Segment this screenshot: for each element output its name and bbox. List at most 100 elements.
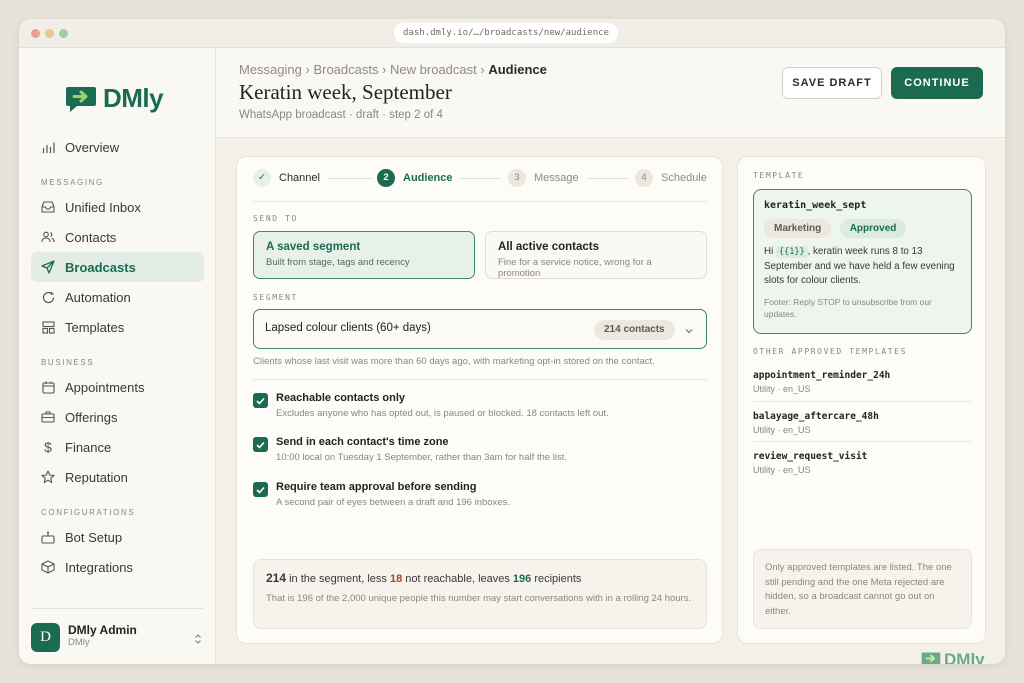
step-label: Channel	[279, 172, 320, 184]
step-message[interactable]: 3 Message	[508, 169, 579, 187]
divider	[753, 441, 972, 442]
checkbox-checked-icon[interactable]	[253, 437, 268, 452]
step-number: 2	[377, 169, 395, 187]
sidebar-item-broadcasts[interactable]: Broadcasts	[31, 252, 204, 282]
template-body: Hi {{1}}, keratin week runs 8 to 13 Sept…	[764, 245, 961, 289]
checkbox-team-approval[interactable]: Require team approval before sending A s…	[253, 481, 707, 511]
sidebar-item-label: Reputation	[65, 469, 128, 485]
page-subtitle: WhatsApp broadcast · draft · step 2 of 4	[239, 109, 443, 121]
step-channel[interactable]: ✓ Channel	[253, 169, 320, 187]
sidebar-item-reputation[interactable]: Reputation	[31, 462, 204, 492]
sidebar-item-integrations[interactable]: Integrations	[31, 552, 204, 582]
segment-hint: Clients whose last visit was more than 6…	[253, 356, 655, 367]
sidebar-item-appointments[interactable]: Appointments	[31, 372, 204, 402]
url-bar[interactable]: dash.dmly.io/…/broadcasts/new/audience	[394, 23, 618, 43]
title-bar: dash.dmly.io/…/broadcasts/new/audience	[19, 19, 1005, 48]
selected-template[interactable]: keratin_week_sept Marketing Approved Hi …	[753, 189, 972, 334]
checkbox-title: Send in each contact's time zone	[276, 436, 449, 448]
maximize-window-dot[interactable]	[59, 29, 68, 38]
close-window-dot[interactable]	[31, 29, 40, 38]
check-icon: ✓	[253, 169, 271, 187]
sidebar-item-bot-setup[interactable]: Bot Setup	[31, 522, 204, 552]
step-label: Message	[534, 172, 579, 184]
sidebar-item-label: Offerings	[65, 409, 118, 425]
checkbox-title: Require team approval before sending	[276, 481, 477, 493]
option-title: A saved segment	[266, 241, 361, 253]
status-badge: Approved	[839, 219, 907, 238]
step-divider	[328, 178, 373, 179]
bar-chart-icon	[41, 140, 55, 154]
option-desc: Built from stage, tags and recency	[266, 257, 410, 268]
user-name: DMly Admin	[68, 623, 137, 637]
page-header: Messaging › Broadcasts › New broadcast ›…	[216, 48, 1005, 138]
checkbox-time-zone[interactable]: Send in each contact's time zone 10:00 l…	[253, 436, 707, 466]
cube-icon	[41, 560, 55, 574]
sidebar-item-label: Integrations	[65, 559, 133, 575]
category-badge: Marketing	[764, 219, 832, 238]
calendar-icon	[41, 380, 55, 394]
breadcrumb-messaging[interactable]: Messaging ›	[239, 62, 310, 77]
user-menu[interactable]: D DMly Admin DMly	[31, 608, 204, 664]
option-title: All active contacts	[498, 241, 599, 253]
minimize-window-dot[interactable]	[45, 29, 54, 38]
option-desc: Fine for a service notice, wrong for a p…	[498, 257, 652, 279]
watermark-logo: DMly	[921, 650, 985, 664]
step-schedule[interactable]: 4 Schedule	[635, 169, 707, 187]
summary-text: in the segment, less	[286, 573, 390, 585]
brand-logo[interactable]: DMly	[65, 83, 164, 114]
template-item-name: review_request_visit	[753, 451, 868, 462]
section-label-configurations: CONFIGURATIONS	[41, 508, 136, 517]
sidebar-item-contacts[interactable]: Contacts	[31, 222, 204, 252]
refresh-icon	[41, 290, 55, 304]
contact-count-badge: 214 contacts	[594, 320, 675, 340]
summary-text: recipients	[531, 573, 582, 585]
sidebar-item-label: Contacts	[65, 229, 117, 245]
template-item[interactable]: balayage_aftercare_48h Utility · en_US	[753, 411, 972, 435]
sidebar-item-label: Unified Inbox	[65, 199, 141, 215]
sidebar-item-overview[interactable]: Overview	[31, 132, 204, 162]
chat-arrow-icon	[66, 86, 96, 112]
main-content: Messaging › Broadcasts › New broadcast ›…	[216, 48, 1005, 664]
option-saved-segment[interactable]: A saved segment Built from stage, tags a…	[253, 231, 475, 279]
segment-label: SEGMENT	[253, 293, 298, 302]
recipient-summary: 214 in the segment, less 18 not reachabl…	[253, 559, 707, 629]
sidebar-item-unified-inbox[interactable]: Unified Inbox	[31, 192, 204, 222]
template-item[interactable]: appointment_reminder_24h Utility · en_US	[753, 370, 972, 394]
send-to-label: SEND TO	[253, 214, 298, 223]
breadcrumb-new-broadcast[interactable]: New broadcast ›	[390, 62, 485, 77]
checkbox-checked-icon[interactable]	[253, 482, 268, 497]
checkbox-reachable-only[interactable]: Reachable contacts only Excludes anyone …	[253, 392, 707, 422]
sidebar-item-offerings[interactable]: Offerings	[31, 402, 204, 432]
users-icon	[41, 230, 55, 244]
sidebar-item-label: Overview	[65, 139, 120, 155]
chevron-down-icon	[684, 323, 694, 341]
checkbox-checked-icon[interactable]	[253, 393, 268, 408]
checkbox-desc: Excludes anyone who has opted out, is pa…	[276, 408, 609, 419]
option-all-active-contacts[interactable]: All active contacts Fine for a service n…	[485, 231, 707, 279]
template-item-meta: Utility · en_US	[753, 425, 811, 435]
summary-line: 214 in the segment, less 18 not reachabl…	[266, 571, 694, 585]
summary-text: not reachable, leaves	[402, 573, 513, 585]
sidebar-item-label: Templates	[65, 319, 125, 335]
sidebar-item-label: Appointments	[65, 379, 145, 395]
continue-button[interactable]: CONTINUE	[891, 67, 983, 99]
user-org: DMly	[68, 637, 90, 648]
breadcrumb-broadcasts[interactable]: Broadcasts ›	[313, 62, 386, 77]
segment-select[interactable]: Lapsed colour clients (60+ days) 214 con…	[253, 309, 707, 349]
save-draft-button[interactable]: SAVE DRAFT	[782, 67, 882, 99]
template-item-meta: Utility · en_US	[753, 384, 811, 394]
template-item[interactable]: review_request_visit Utility · en_US	[753, 451, 972, 475]
template-item-name: balayage_aftercare_48h	[753, 411, 879, 422]
step-audience[interactable]: 2 Audience	[377, 169, 453, 187]
template-tags: Marketing Approved	[764, 218, 961, 238]
step-divider	[587, 178, 629, 179]
sidebar-item-finance[interactable]: $ Finance	[31, 432, 204, 462]
section-label-messaging: MESSAGING	[41, 178, 104, 187]
app-window: dash.dmly.io/…/broadcasts/new/audience D…	[19, 19, 1005, 664]
sidebar-item-templates[interactable]: Templates	[31, 312, 204, 342]
step-number: 4	[635, 169, 653, 187]
templates-note: Only approved templates are listed. The …	[753, 549, 972, 629]
sidebar-item-automation[interactable]: Automation	[31, 282, 204, 312]
star-icon	[41, 470, 55, 484]
step-number: 3	[508, 169, 526, 187]
